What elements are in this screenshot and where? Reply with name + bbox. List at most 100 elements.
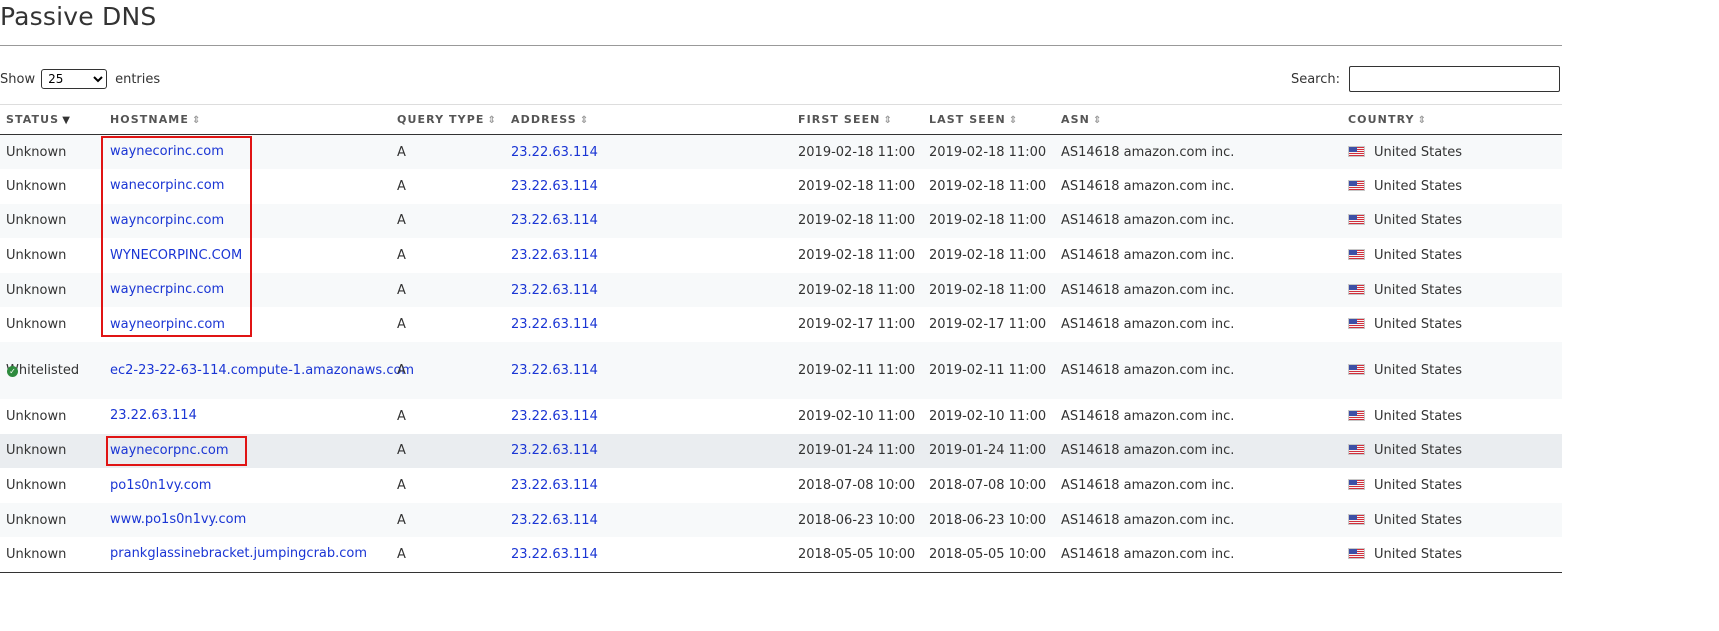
column-header-last-seen[interactable]: LAST SEEN ⇕ [923,105,1055,135]
search-input[interactable] [1349,66,1560,92]
query-type-cell: A [397,546,406,562]
column-header-first-seen[interactable]: FIRST SEEN ⇕ [792,105,923,135]
country-cell: United States [1342,399,1562,434]
search-control: Search: [1291,66,1560,92]
hostname-link[interactable]: po1s0n1vy.com [110,478,211,493]
query-type-cell: A [397,478,406,494]
column-header-status[interactable]: STATUS ▼ [0,105,104,135]
address-cell: 23.22.63.114 [505,503,792,538]
status-cell: Unknown [0,204,104,239]
asn-cell: AS14618 amazon.com inc. [1061,408,1235,424]
hostname-cell: wayneorpinc.com [104,307,391,342]
query-type-cell: A [397,408,406,424]
address-cell: 23.22.63.114 [505,434,792,469]
hostname-link[interactable]: ec2-23-22-63-114.compute-1.amazonaws.com [110,363,414,378]
address-link[interactable]: 23.22.63.114 [511,145,598,160]
country-name: United States [1374,317,1463,333]
status-cell: Unknown [0,503,104,538]
column-header-query-type[interactable]: QUERY TYPE ⇕ [391,105,505,135]
entries-label: entries [115,71,161,87]
asn-cell: AS14618 amazon.com inc. [1061,282,1235,298]
sort-icon: ⇕ [487,115,497,126]
sort-icon: ⇕ [883,115,893,126]
country-name: United States [1374,144,1463,160]
country-name: United States [1374,363,1463,379]
address-link[interactable]: 23.22.63.114 [511,478,598,493]
filter-icon[interactable]: ▼ [62,115,71,126]
hostname-link[interactable]: waynecorinc.com [110,144,224,159]
address-link[interactable]: 23.22.63.114 [511,547,598,562]
country-cell: United States [1342,503,1562,538]
sort-icon: ⇕ [191,115,202,126]
us-flag-icon [1348,547,1365,559]
status-cell: ✓ Whitelisted [0,342,104,399]
country-name: United States [1374,443,1463,459]
first-seen-cell: 2019-02-18 11:00 [798,248,916,264]
asn-cell: AS14618 amazon.com inc. [1061,248,1235,264]
asn-cell: AS14618 amazon.com inc. [1061,317,1235,333]
hostname-cell: 23.22.63.114 [104,399,391,434]
column-header-country[interactable]: COUNTRY ⇕ [1342,105,1562,135]
query-type-cell: A [397,213,406,229]
status-text: Unknown [6,282,67,298]
last-seen-cell: 2019-02-18 11:00 [929,282,1047,298]
query-type-cell: A [397,282,406,298]
hostname-link[interactable]: WYNECORPINC.COM [110,248,242,263]
address-link[interactable]: 23.22.63.114 [511,513,598,528]
query-type-cell: A [397,144,406,160]
hostname-link[interactable]: www.po1s0n1vy.com [110,512,246,527]
address-link[interactable]: 23.22.63.114 [511,409,598,424]
hostname-link[interactable]: 23.22.63.114 [110,408,197,423]
hostname-cell: wanecorpinc.com [104,169,391,204]
us-flag-icon [1348,318,1365,330]
address-link[interactable]: 23.22.63.114 [511,443,598,458]
asn-cell: AS14618 amazon.com inc. [1061,478,1235,494]
status-text: Unknown [6,512,67,528]
address-link[interactable]: 23.22.63.114 [511,248,598,263]
title-divider [0,45,1562,46]
country-cell: United States [1342,204,1562,239]
hostname-link[interactable]: wayncorpinc.com [110,213,224,228]
last-seen-cell: 2019-02-18 11:00 [929,144,1047,160]
address-link[interactable]: 23.22.63.114 [511,179,598,194]
status-text: Unknown [6,213,67,229]
asn-cell: AS14618 amazon.com inc. [1061,213,1235,229]
hostname-cell: prankglassinebracket.jumpingcrab.com [104,537,391,572]
status-cell: Unknown [0,238,104,273]
hostname-link[interactable]: waynecorpnc.com [110,443,229,458]
status-text: Unknown [6,478,67,494]
last-seen-cell: 2019-02-17 11:00 [929,317,1047,333]
address-link[interactable]: 23.22.63.114 [511,317,598,332]
table-row: Unknown 23.22.63.114 A 23.22.63.114 2019-02-… [0,399,1562,434]
asn-cell: AS14618 amazon.com inc. [1061,363,1235,379]
hostname-cell: waynecrpinc.com [104,273,391,308]
country-name: United States [1374,512,1463,528]
status-text: Unknown [6,178,67,194]
last-seen-cell: 2019-02-10 11:00 [929,408,1047,424]
status-cell: Unknown [0,273,104,308]
address-cell: 23.22.63.114 [505,342,792,399]
column-header-address[interactable]: ADDRESS ⇕ [505,105,792,135]
status-cell: Unknown [0,307,104,342]
sort-icon: ⇕ [579,115,590,126]
hostname-link[interactable]: prankglassinebracket.jumpingcrab.com [110,546,367,561]
hostname-link[interactable]: wanecorpinc.com [110,178,224,193]
entries-per-page-select[interactable]: 102550100 [41,69,108,89]
address-link[interactable]: 23.22.63.114 [511,363,598,378]
status-cell: Unknown [0,169,104,204]
show-label: Show [0,71,36,87]
column-header-asn[interactable]: ASN ⇕ [1055,105,1342,135]
hostname-link[interactable]: waynecrpinc.com [110,282,224,297]
address-link[interactable]: 23.22.63.114 [511,213,598,228]
first-seen-cell: 2019-01-24 11:00 [798,443,916,459]
hostname-link[interactable]: wayneorpinc.com [110,317,225,332]
asn-cell: AS14618 amazon.com inc. [1061,546,1235,562]
status-text: Unknown [6,408,67,424]
us-flag-icon [1348,249,1365,261]
column-header-hostname[interactable]: HOSTNAME ⇕ [104,105,391,135]
address-link[interactable]: 23.22.63.114 [511,283,598,298]
address-cell: 23.22.63.114 [505,273,792,308]
us-flag-icon [1348,214,1365,226]
first-seen-cell: 2018-06-23 10:00 [798,512,916,528]
address-cell: 23.22.63.114 [505,204,792,239]
